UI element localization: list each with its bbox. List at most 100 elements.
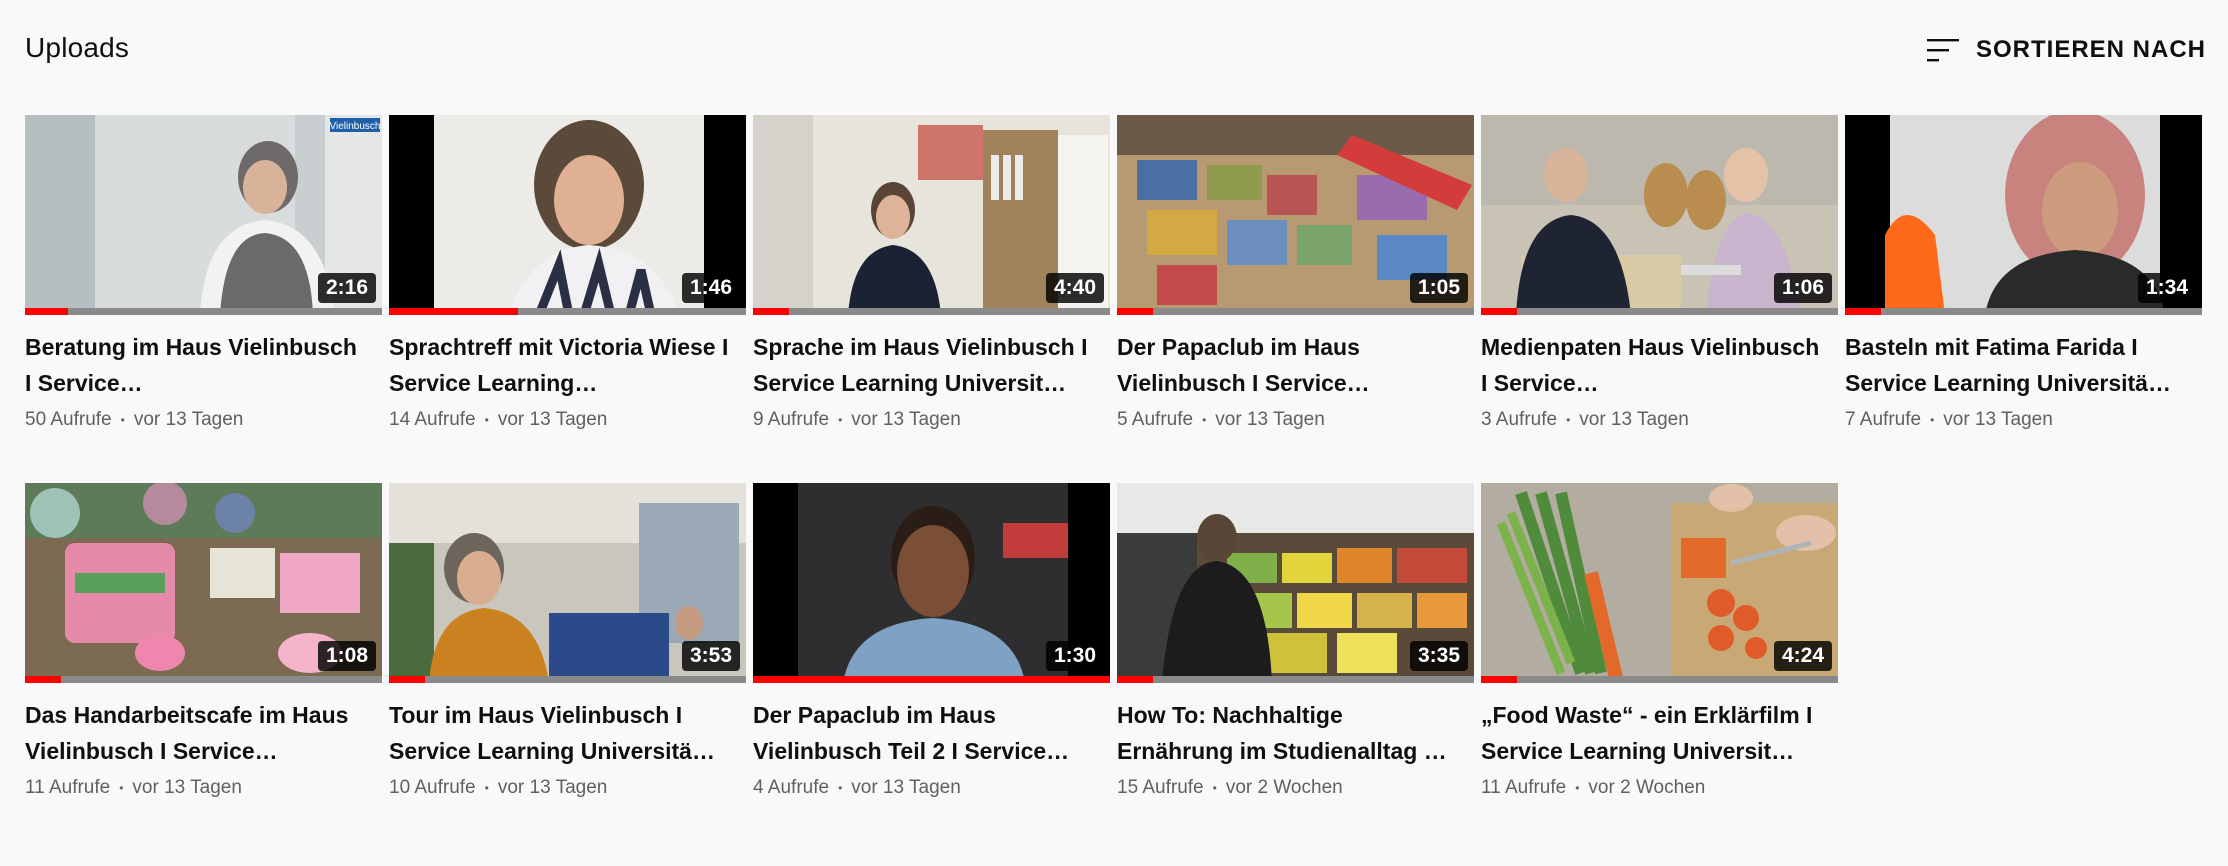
watch-progress xyxy=(1117,676,1153,683)
video-card[interactable]: 4:24 „Food Waste“ - ein Erklärfilm I Ser… xyxy=(1481,483,1838,801)
view-count: 14 Aufrufe xyxy=(389,409,476,430)
duration-badge: 4:24 xyxy=(1773,641,1832,671)
watch-progress xyxy=(25,676,61,683)
separator-dot: • xyxy=(1575,781,1580,795)
video-thumbnail[interactable]: 4:40 xyxy=(753,115,1110,315)
video-card[interactable]: 3:35 How To: Nachhaltige Ernährung im St… xyxy=(1117,483,1474,801)
video-thumbnail[interactable]: 3:35 xyxy=(1117,483,1474,683)
sort-label: SORTIEREN NACH xyxy=(1975,36,2206,63)
separator-dot: • xyxy=(838,781,843,795)
watch-progress-track xyxy=(1117,676,1474,683)
watch-progress xyxy=(753,676,1110,683)
view-count: 7 Aufrufe xyxy=(1845,409,1922,430)
watch-progress-track xyxy=(1845,308,2202,315)
view-count: 11 Aufrufe xyxy=(1481,777,1567,798)
view-count: 50 Aufrufe xyxy=(25,409,112,430)
watch-progress-track xyxy=(753,676,1110,683)
upload-age: vor 13 Tagen xyxy=(1579,409,1689,430)
watch-progress-track xyxy=(1481,308,1838,315)
video-thumbnail[interactable]: 1:30 xyxy=(753,483,1110,683)
video-meta: 9 Aufrufe • vor 13 Tagen xyxy=(753,409,1110,431)
video-title[interactable]: Das Handarbeitscafe im Haus Vielinbusch … xyxy=(25,697,365,769)
video-title[interactable]: Der Papaclub im Haus Vielinbusch I Servi… xyxy=(1117,329,1457,401)
watch-progress xyxy=(1481,308,1517,315)
separator-dot: • xyxy=(1212,781,1217,795)
uploads-header: Uploads SORTIEREN NACH xyxy=(0,0,2228,100)
video-meta: 4 Aufrufe • vor 13 Tagen xyxy=(753,777,1110,799)
video-card[interactable]: 1:08 Das Handarbeitscafe im Haus Vielinb… xyxy=(25,483,382,801)
video-grid: Vielinbusch 2:16 Beratung im Haus Vielin… xyxy=(25,115,2202,801)
video-thumbnail[interactable]: 4:24 xyxy=(1481,483,1838,683)
separator-dot: • xyxy=(1930,413,1935,427)
video-card[interactable]: 1:06 Medienpaten Haus Vielinbusch I Serv… xyxy=(1481,115,1838,433)
video-title[interactable]: Der Papaclub im Haus Vielinbusch Teil 2 … xyxy=(753,697,1093,769)
watch-progress-track xyxy=(25,676,382,683)
video-meta: 10 Aufrufe • vor 13 Tagen xyxy=(389,777,746,799)
upload-age: vor 2 Wochen xyxy=(1225,777,1343,798)
video-card[interactable]: 4:40 Sprache im Haus Vielinbusch I Servi… xyxy=(753,115,1110,433)
video-thumbnail[interactable]: 1:05 xyxy=(1117,115,1474,315)
video-title[interactable]: „Food Waste“ - ein Erklärfilm I Service … xyxy=(1481,697,1821,769)
separator-dot: • xyxy=(484,413,489,427)
upload-age: vor 13 Tagen xyxy=(1943,409,2053,430)
video-title[interactable]: Sprache im Haus Vielinbusch I Service Le… xyxy=(753,329,1093,401)
video-card[interactable]: 1:05 Der Papaclub im Haus Vielinbusch I … xyxy=(1117,115,1474,433)
video-title[interactable]: Tour im Haus Vielinbusch I Service Learn… xyxy=(389,697,729,769)
video-thumbnail[interactable]: 1:34 xyxy=(1845,115,2202,315)
watch-progress xyxy=(1845,308,1881,315)
watch-progress xyxy=(1481,676,1517,683)
video-card[interactable]: Vielinbusch 2:16 Beratung im Haus Vielin… xyxy=(25,115,382,433)
video-meta: 15 Aufrufe • vor 2 Wochen xyxy=(1117,777,1474,799)
view-count: 3 Aufrufe xyxy=(1481,409,1558,430)
video-meta: 14 Aufrufe • vor 13 Tagen xyxy=(389,409,746,431)
video-title[interactable]: Basteln mit Fatima Farida I Service Lear… xyxy=(1845,329,2185,401)
video-card[interactable]: 3:53 Tour im Haus Vielinbusch I Service … xyxy=(389,483,746,801)
upload-age: vor 2 Wochen xyxy=(1588,777,1706,798)
video-meta: 50 Aufrufe • vor 13 Tagen xyxy=(25,409,382,431)
view-count: 4 Aufrufe xyxy=(753,777,830,798)
video-card[interactable]: 1:34 Basteln mit Fatima Farida I Service… xyxy=(1845,115,2202,433)
watch-progress xyxy=(389,676,425,683)
video-meta: 5 Aufrufe • vor 13 Tagen xyxy=(1117,409,1474,431)
duration-badge: 2:16 xyxy=(317,273,376,303)
video-thumbnail[interactable]: 3:53 xyxy=(389,483,746,683)
view-count: 11 Aufrufe xyxy=(25,777,111,798)
video-title[interactable]: Beratung im Haus Vielinbusch I Service… xyxy=(25,329,365,401)
video-card[interactable]: 1:46 Sprachtreff mit Victoria Wiese I Se… xyxy=(389,115,746,433)
video-thumbnail[interactable]: Vielinbusch 2:16 xyxy=(25,115,382,315)
watch-progress xyxy=(25,308,68,315)
duration-badge: 3:53 xyxy=(681,641,740,671)
watch-progress-track xyxy=(1117,308,1474,315)
duration-badge: 1:30 xyxy=(1045,641,1104,671)
upload-age: vor 13 Tagen xyxy=(132,777,242,798)
video-title[interactable]: How To: Nachhaltige Ernährung im Studien… xyxy=(1117,697,1457,769)
separator-dot: • xyxy=(120,413,125,427)
view-count: 5 Aufrufe xyxy=(1117,409,1194,430)
watch-progress-track xyxy=(25,308,382,315)
duration-badge: 1:05 xyxy=(1409,273,1468,303)
video-title[interactable]: Medienpaten Haus Vielinbusch I Service… xyxy=(1481,329,1821,401)
upload-age: vor 13 Tagen xyxy=(851,777,961,798)
video-meta: 11 Aufrufe • vor 2 Wochen xyxy=(1481,777,1838,799)
upload-age: vor 13 Tagen xyxy=(497,409,608,430)
duration-badge: 1:08 xyxy=(317,641,376,671)
upload-age: vor 13 Tagen xyxy=(851,409,961,430)
section-title: Uploads xyxy=(25,32,130,63)
separator-dot: • xyxy=(484,781,489,795)
video-title[interactable]: Sprachtreff mit Victoria Wiese I Service… xyxy=(389,329,729,401)
video-meta: 7 Aufrufe • vor 13 Tagen xyxy=(1845,409,2202,431)
video-card[interactable]: 1:30 Der Papaclub im Haus Vielinbusch Te… xyxy=(753,483,1110,801)
duration-badge: 1:46 xyxy=(681,273,740,303)
separator-dot: • xyxy=(838,413,843,427)
video-thumbnail[interactable]: 1:08 xyxy=(25,483,382,683)
video-meta: 3 Aufrufe • vor 13 Tagen xyxy=(1481,409,1838,431)
sort-button[interactable]: SORTIEREN NACH xyxy=(1926,30,2206,70)
video-thumbnail[interactable]: 1:46 xyxy=(389,115,746,315)
video-thumbnail[interactable]: 1:06 xyxy=(1481,115,1838,315)
watch-progress xyxy=(389,308,518,315)
view-count: 15 Aufrufe xyxy=(1117,777,1204,798)
upload-age: vor 13 Tagen xyxy=(133,409,244,430)
separator-dot: • xyxy=(119,781,124,795)
upload-age: vor 13 Tagen xyxy=(1215,409,1325,430)
watch-progress xyxy=(753,308,789,315)
